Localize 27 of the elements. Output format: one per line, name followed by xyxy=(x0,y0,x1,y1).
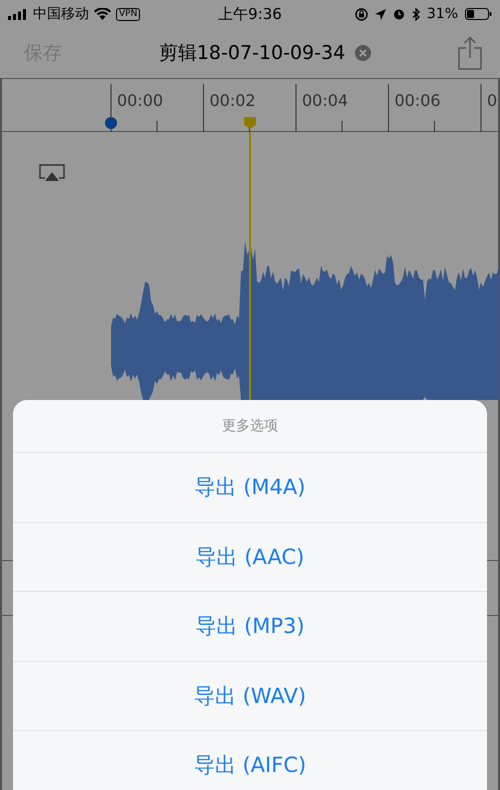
sheet-title: 更多选项 xyxy=(13,400,487,453)
battery-percent: 31% xyxy=(426,6,458,22)
export-option[interactable]: 导出 (AAC) xyxy=(13,522,487,592)
bluetooth-icon xyxy=(412,8,420,20)
clock: 上午9:36 xyxy=(218,4,282,24)
start-marker[interactable] xyxy=(105,117,117,129)
vpn-badge: VPN xyxy=(116,8,140,20)
battery-icon xyxy=(465,8,492,20)
export-option[interactable]: 导出 (WAV) xyxy=(13,662,487,731)
wifi-icon xyxy=(94,8,111,20)
airplay-icon[interactable] xyxy=(39,164,65,183)
export-option[interactable]: 导出 (MP3) xyxy=(13,592,487,662)
time-label: 00:02 xyxy=(210,91,256,110)
time-label: 00:00 xyxy=(117,91,164,110)
location-icon xyxy=(374,8,386,20)
time-label: 00:06 xyxy=(394,91,441,110)
rotation-lock-icon xyxy=(354,8,368,20)
share-icon[interactable] xyxy=(458,36,482,70)
time-label: 0 xyxy=(487,91,498,110)
time-label: 00:04 xyxy=(302,91,348,110)
export-option[interactable]: 导出 (AIFC) xyxy=(13,731,487,790)
file-title: 剪辑18-07-10-09-34 xyxy=(158,41,346,66)
clear-icon[interactable] xyxy=(355,45,372,61)
signal-icon xyxy=(8,8,28,20)
carrier-name: 中国移动 xyxy=(33,5,89,23)
playhead-handle[interactable] xyxy=(244,117,256,129)
export-option[interactable]: 导出 (M4A) xyxy=(13,453,487,522)
